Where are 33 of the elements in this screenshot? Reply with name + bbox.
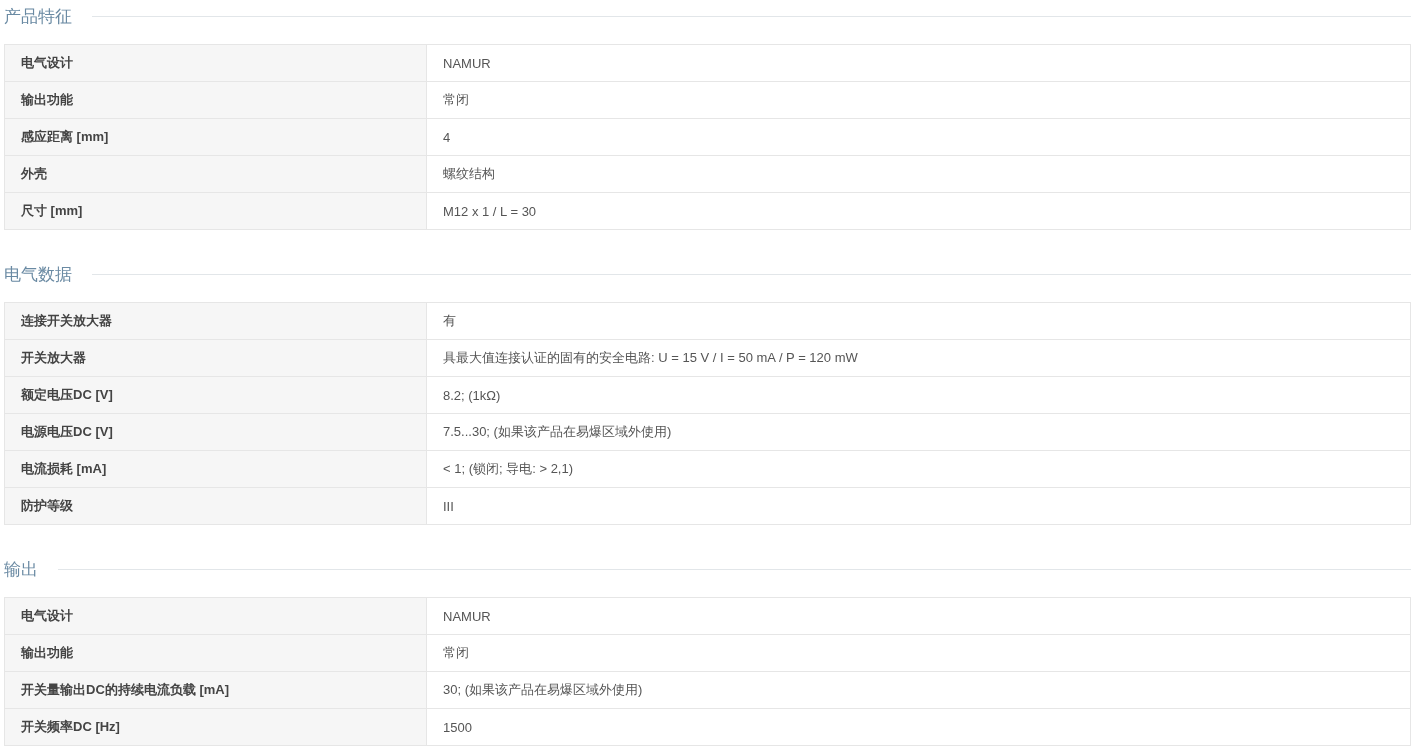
spec-value: 螺纹结构	[442, 165, 496, 183]
spec-value: NAMUR	[442, 54, 492, 73]
spec-label: 开关量输出DC的持续电流负载 [mA]	[5, 672, 427, 708]
section-title: 输出	[4, 558, 39, 581]
spec-value: 具最大值连接认证的固有的安全电路: U = 15 V / I = 50 mA / P = 120 mW	[442, 349, 859, 367]
spec-value: 1500	[442, 718, 473, 737]
spec-label: 电源电压DC [V]	[5, 414, 427, 450]
spec-value: III	[442, 497, 455, 516]
spec-value: 8.2; (1kΩ)	[442, 386, 502, 405]
spec-value: 4	[442, 128, 452, 147]
spec-value: M12 x 1 / L = 30	[442, 202, 538, 221]
spec-label: 外壳	[5, 156, 427, 192]
spec-value: 常闭	[442, 91, 470, 109]
spec-label: 开关频率DC [Hz]	[5, 709, 427, 745]
spec-label: 电流损耗 [mA]	[5, 451, 427, 487]
spec-value: < 1; (锁闭; 导电: > 2,1)	[442, 460, 575, 478]
spec-label: 电气设计	[5, 45, 427, 81]
spec-label: 电气设计	[5, 598, 427, 634]
spec-label: 防护等级	[5, 488, 427, 524]
spec-label: 输出功能	[5, 82, 427, 118]
spec-label: 连接开关放大器	[5, 303, 427, 339]
section-title: 产品特征	[4, 5, 73, 28]
spec-label: 输出功能	[5, 635, 427, 671]
section-title: 电气数据	[4, 263, 73, 286]
spec-value: 常闭	[442, 644, 470, 662]
spec-value: 7.5...30; (如果该产品在易爆区域外使用)	[442, 423, 673, 441]
spec-value: 30; (如果该产品在易爆区域外使用)	[442, 681, 644, 699]
spec-label: 感应距离 [mm]	[5, 119, 427, 155]
spec-value: NAMUR	[442, 607, 492, 626]
spec-value: 有	[442, 312, 457, 330]
spec-label: 尺寸 [mm]	[5, 193, 427, 229]
spec-label: 额定电压DC [V]	[5, 377, 427, 413]
spec-label: 开关放大器	[5, 340, 427, 376]
